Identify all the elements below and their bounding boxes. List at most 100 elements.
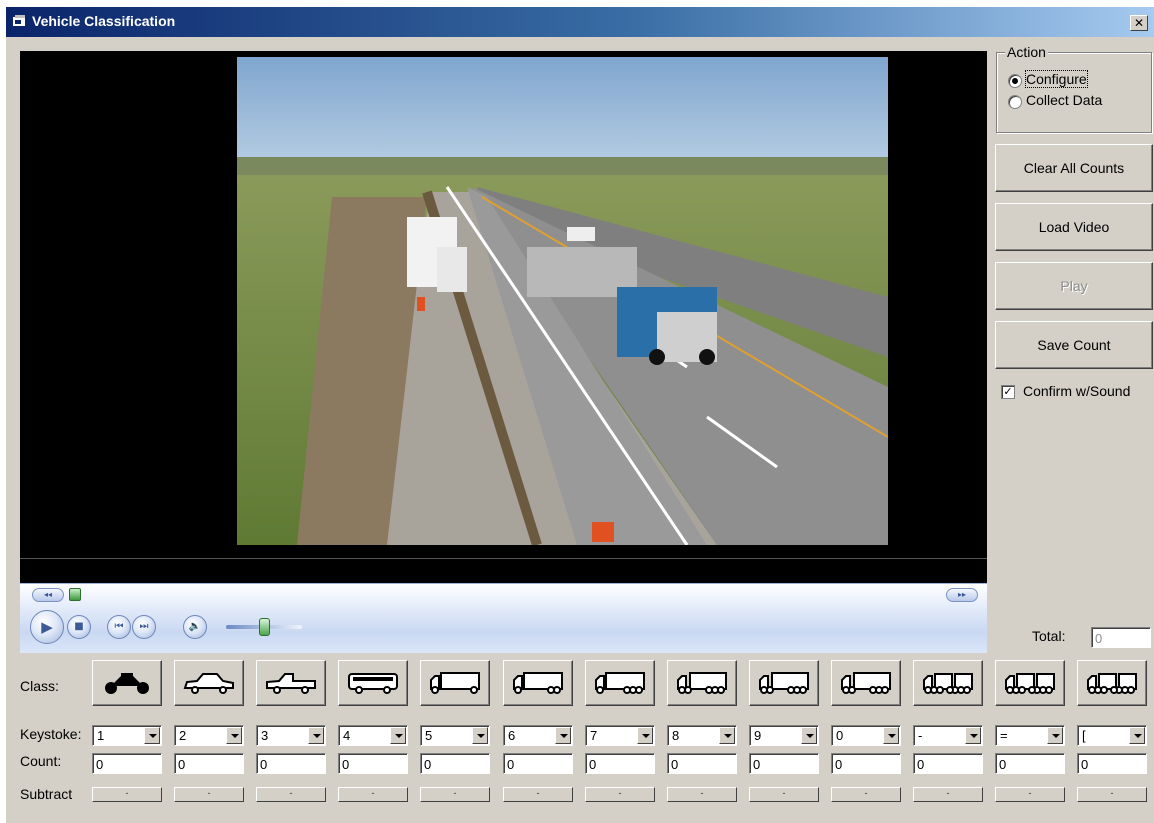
chevron-down-icon[interactable]: [719, 727, 735, 744]
save-count-button[interactable]: Save Count: [995, 321, 1153, 369]
close-button[interactable]: ✕: [1130, 15, 1148, 31]
collect-data-radio[interactable]: [1008, 95, 1022, 109]
chevron-down-icon[interactable]: [965, 727, 981, 744]
chevron-down-icon[interactable]: [144, 727, 160, 744]
count-field-5[interactable]: 0: [420, 753, 490, 774]
subtract-button-13[interactable]: -: [1077, 787, 1147, 802]
class-button-9[interactable]: [749, 660, 819, 706]
count-field-12[interactable]: 0: [995, 753, 1065, 774]
confirm-sound-label: Confirm w/Sound: [1023, 383, 1131, 399]
subtract-button-5[interactable]: -: [420, 787, 490, 802]
keystroke-select-4[interactable]: 4: [338, 725, 408, 746]
subtract-button-6[interactable]: -: [503, 787, 573, 802]
chevron-down-icon[interactable]: [472, 727, 488, 744]
keystroke-select-2[interactable]: 2: [174, 725, 244, 746]
subtract-button-8[interactable]: -: [667, 787, 737, 802]
count-field-6[interactable]: 0: [503, 753, 573, 774]
count-field-13[interactable]: 0: [1077, 753, 1147, 774]
next-icon[interactable]: ⏭: [132, 615, 156, 639]
keystroke-select-7[interactable]: 7: [585, 725, 655, 746]
count-field-9[interactable]: 0: [749, 753, 819, 774]
count-field-3[interactable]: 0: [256, 753, 326, 774]
seek-forward-button[interactable]: ▸▸: [946, 588, 978, 602]
single-unit-3-axle-truck-icon: [513, 672, 563, 694]
chevron-down-icon[interactable]: [555, 727, 571, 744]
class-button-3[interactable]: [256, 660, 326, 706]
class-button-7[interactable]: [585, 660, 655, 706]
keystroke-select-12[interactable]: =: [995, 725, 1065, 746]
multi-trailer-5-axle-truck-icon: [923, 673, 973, 694]
keystroke-select-6[interactable]: 6: [503, 725, 573, 746]
keystroke-select-11[interactable]: -: [913, 725, 983, 746]
keystroke-select-13[interactable]: [: [1077, 725, 1147, 746]
count-field-8[interactable]: 0: [667, 753, 737, 774]
subtract-button-7[interactable]: -: [585, 787, 655, 802]
chevron-down-icon[interactable]: [1047, 727, 1063, 744]
class-button-2[interactable]: [174, 660, 244, 706]
chevron-down-icon[interactable]: [637, 727, 653, 744]
chevron-down-icon[interactable]: [308, 727, 324, 744]
count-field-7[interactable]: 0: [585, 753, 655, 774]
chevron-down-icon[interactable]: [390, 727, 406, 744]
class-button-4[interactable]: [338, 660, 408, 706]
count-field-1[interactable]: 0: [92, 753, 162, 774]
keystroke-value: 5: [425, 728, 433, 743]
load-video-button[interactable]: Load Video: [995, 203, 1153, 251]
class-button-1[interactable]: [92, 660, 162, 706]
subtract-button-2[interactable]: -: [174, 787, 244, 802]
count-field-11[interactable]: 0: [913, 753, 983, 774]
confirm-sound-checkbox[interactable]: ✓: [1001, 385, 1015, 399]
action-group: Action Configure Collect Data: [996, 44, 1152, 133]
app-window: Vehicle Classification ✕ ◂◂ ▸▸ ▶ ■ ⏮ ⏭ 🔈…: [6, 7, 1154, 823]
single-trailer-5-axle-truck-icon: [759, 672, 809, 694]
class-button-8[interactable]: [667, 660, 737, 706]
car-icon: [183, 673, 234, 694]
previous-icon[interactable]: ⏮: [107, 615, 131, 639]
keystroke-select-5[interactable]: 5: [420, 725, 490, 746]
class-button-10[interactable]: [831, 660, 901, 706]
subtract-button-11[interactable]: -: [913, 787, 983, 802]
volume-slider-thumb[interactable]: [259, 618, 270, 636]
keystroke-value: [: [1082, 728, 1086, 743]
subtract-button-10[interactable]: -: [831, 787, 901, 802]
chevron-down-icon[interactable]: [801, 727, 817, 744]
subtract-button-4[interactable]: -: [338, 787, 408, 802]
volume-icon[interactable]: 🔈: [183, 615, 207, 639]
keystroke-select-3[interactable]: 3: [256, 725, 326, 746]
keystroke-value: 0: [836, 728, 844, 743]
class-button-13[interactable]: [1077, 660, 1147, 706]
subtract-button-1[interactable]: -: [92, 787, 162, 802]
class-button-12[interactable]: [995, 660, 1065, 706]
keystroke-select-10[interactable]: 0: [831, 725, 901, 746]
class-button-5[interactable]: [420, 660, 490, 706]
class-button-11[interactable]: [913, 660, 983, 706]
collect-data-radio-label[interactable]: Collect Data: [1026, 92, 1102, 108]
count-field-2[interactable]: 0: [174, 753, 244, 774]
chevron-down-icon[interactable]: [226, 727, 242, 744]
count-field-10[interactable]: 0: [831, 753, 901, 774]
keystroke-value: 3: [261, 728, 269, 743]
keystroke-select-8[interactable]: 8: [667, 725, 737, 746]
seek-back-button[interactable]: ◂◂: [32, 588, 64, 602]
stop-icon[interactable]: ■: [67, 615, 91, 639]
chevron-down-icon[interactable]: [1129, 727, 1145, 744]
title-bar[interactable]: Vehicle Classification ✕: [6, 7, 1154, 37]
play-icon[interactable]: ▶: [30, 610, 64, 644]
configure-radio-label[interactable]: Configure: [1025, 70, 1088, 88]
keystroke-select-1[interactable]: 1: [92, 725, 162, 746]
class-button-6[interactable]: [503, 660, 573, 706]
chevron-down-icon[interactable]: [883, 727, 899, 744]
clear-all-counts-button[interactable]: Clear All Counts: [995, 144, 1153, 192]
media-player-controls: ◂◂ ▸▸ ▶ ■ ⏮ ⏭ 🔈: [20, 583, 987, 653]
subtract-button-12[interactable]: -: [995, 787, 1065, 802]
keystroke-select-9[interactable]: 9: [749, 725, 819, 746]
subtract-button-9[interactable]: -: [749, 787, 819, 802]
configure-radio[interactable]: [1008, 74, 1022, 88]
single-unit-4-axle-truck-icon: [595, 672, 645, 694]
single-trailer-6-axle-truck-icon: [841, 672, 891, 694]
count-field-4[interactable]: 0: [338, 753, 408, 774]
seek-slider-thumb[interactable]: [69, 588, 81, 601]
keystroke-value: 7: [590, 728, 598, 743]
subtract-button-3[interactable]: -: [256, 787, 326, 802]
play-button[interactable]: Play: [995, 262, 1153, 310]
